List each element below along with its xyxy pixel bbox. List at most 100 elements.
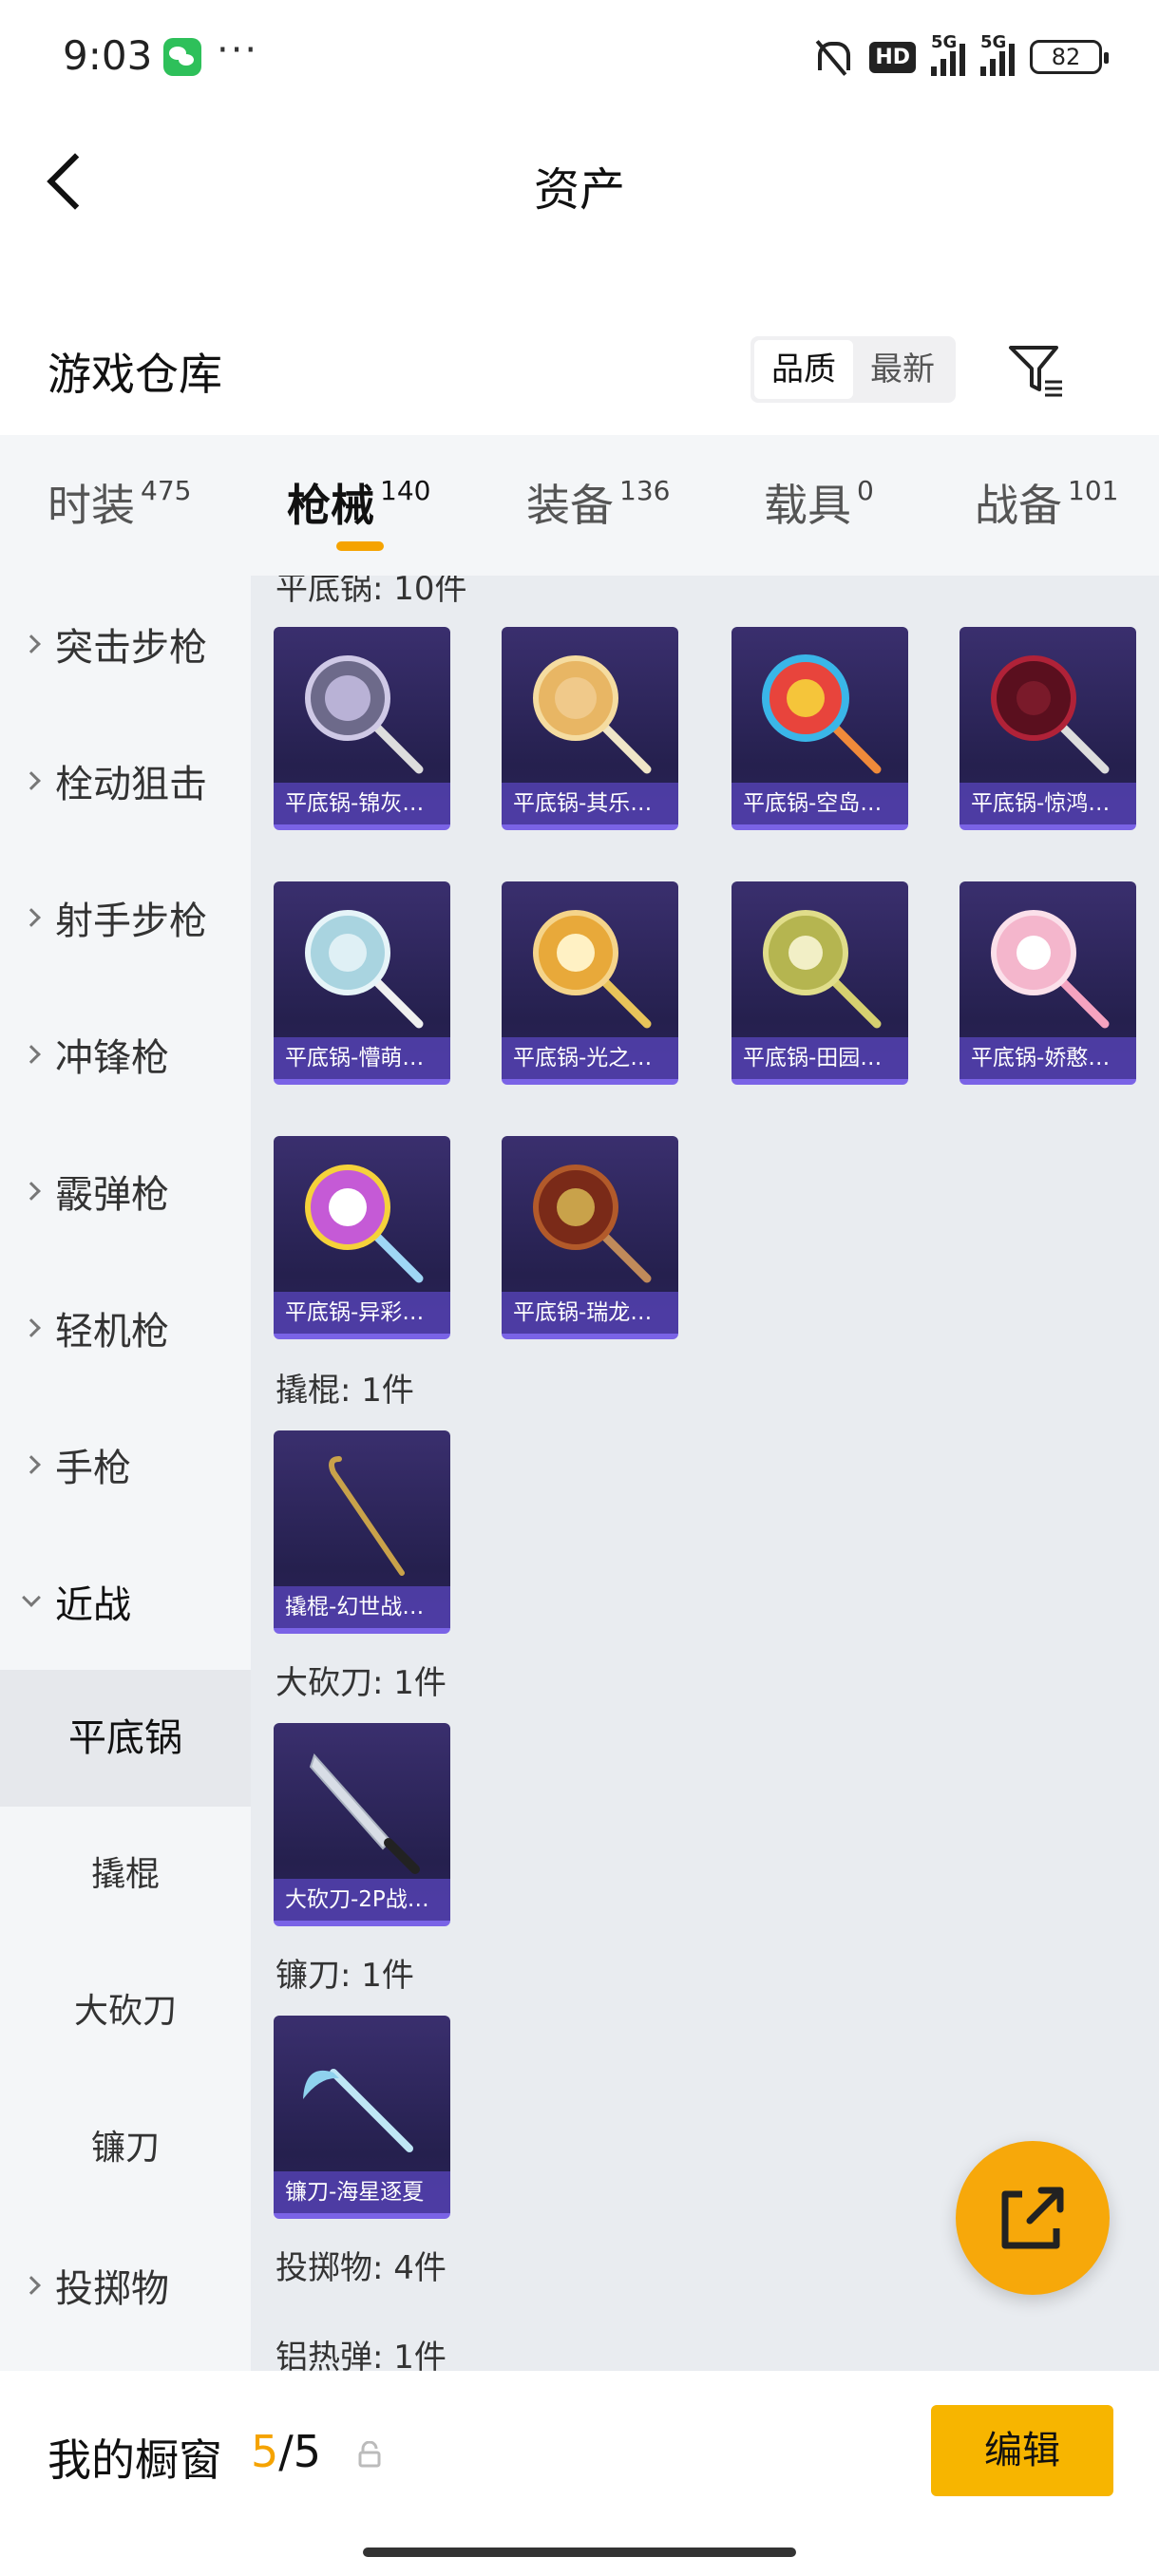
pan-icon [305, 1165, 424, 1283]
sort-toggle: 品质 最新 [750, 336, 956, 403]
item-name: 大砍刀-2P战… [274, 1879, 450, 1921]
sidebar-sub-sickle[interactable]: 镰刀 [0, 2080, 251, 2217]
sidebar-item-pistol[interactable]: 手枪 [0, 1396, 251, 1533]
item-name: 平底锅-田园… [732, 1037, 908, 1079]
tab-guns[interactable]: 枪械 140 [287, 471, 430, 534]
item-card[interactable]: 大砍刀-2P战… [274, 1723, 450, 1926]
sidebar-item-smg[interactable]: 冲锋枪 [0, 986, 251, 1123]
battery-icon: 82 [1030, 40, 1109, 74]
item-name: 平底锅-娇憨… [960, 1037, 1136, 1079]
showcase-label: 我的橱窗 [48, 2434, 222, 2486]
category-tabs: 时装 475 枪械 140 装备 136 载具 0 战备 101 [0, 435, 1159, 576]
more-dots: ··· [217, 28, 259, 72]
item-card[interactable]: 平底锅-瑞龙… [502, 1136, 678, 1339]
item-card[interactable]: 平底锅-田园… [732, 881, 908, 1085]
showcase-bar: 我的橱窗 5/5 编辑 [0, 2371, 1159, 2576]
sickle-icon [303, 2069, 413, 2152]
status-bar: 9:03 ··· HD 5G 5G 82 [0, 0, 1159, 114]
pan-icon [991, 655, 1110, 774]
top-nav: 资产 [0, 114, 1159, 237]
item-card[interactable]: 平底锅-惊鸿… [960, 627, 1136, 830]
tab-equipment[interactable]: 装备 136 [526, 471, 670, 534]
item-card[interactable]: 平底锅-懵萌… [274, 881, 450, 1085]
chevron-down-icon [22, 1588, 41, 1607]
sort-quality-button[interactable]: 品质 [754, 340, 853, 399]
signal-icon: 5G [980, 32, 1015, 76]
section-label-pan: 平底锅: 10件 [276, 576, 467, 608]
signal-label: 5G [980, 32, 1007, 52]
chevron-right-icon [22, 1455, 41, 1474]
sort-newest-button[interactable]: 最新 [853, 340, 952, 399]
item-name: 平底锅-瑞龙… [502, 1292, 678, 1334]
item-name: 平底锅-光之… [502, 1037, 678, 1079]
chevron-right-icon [22, 771, 41, 790]
pan-icon [305, 655, 424, 774]
item-name: 平底锅-惊鸿… [960, 783, 1136, 824]
item-card[interactable]: 平底锅-光之… [502, 881, 678, 1085]
hd-icon: HD [869, 41, 916, 73]
sidebar-item-melee[interactable]: 近战 [0, 1533, 251, 1670]
sidebar-sub-pan[interactable]: 平底锅 [0, 1670, 251, 1807]
pan-icon [763, 910, 882, 1029]
tab-vehicles[interactable]: 载具 0 [764, 471, 874, 534]
pan-icon [991, 910, 1110, 1029]
pan-icon [762, 654, 882, 774]
filter-icon[interactable] [1005, 338, 1068, 401]
sidebar-item-shotgun[interactable]: 霰弹枪 [0, 1123, 251, 1260]
section-label-crowbar: 撬棍: 1件 [276, 1372, 414, 1410]
crowbar-icon [329, 1456, 405, 1576]
item-card[interactable]: 平底锅-异彩… [274, 1136, 450, 1339]
item-name: 平底锅-空岛… [732, 783, 908, 824]
wechat-icon [163, 38, 201, 76]
item-card[interactable]: 镰刀-海星逐夏 [274, 2016, 450, 2219]
sidebar-item-marksman-rifle[interactable]: 射手步枪 [0, 849, 251, 986]
item-name: 平底锅-懵萌… [274, 1037, 450, 1079]
sidebar-sub-machete[interactable]: 大砍刀 [0, 1943, 251, 2080]
signal-label: 5G [931, 32, 958, 52]
chevron-right-icon [22, 1045, 41, 1064]
chevron-right-icon [22, 1318, 41, 1337]
item-name: 镰刀-海星逐夏 [274, 2171, 450, 2213]
item-name: 撬棍-幻世战… [274, 1586, 450, 1628]
sidebar-item-assault-rifle[interactable]: 突击步枪 [0, 576, 251, 712]
chevron-right-icon [22, 908, 41, 927]
sidebar-item-bolt-sniper[interactable]: 栓动狙击 [0, 712, 251, 849]
section-label-sickle: 镰刀: 1件 [276, 1957, 414, 1995]
warehouse-title: 游戏仓库 [48, 349, 222, 400]
chevron-right-icon [22, 1182, 41, 1201]
item-card[interactable]: 平底锅-锦灰… [274, 627, 450, 830]
sidebar-item-throwables[interactable]: 投掷物 [0, 2217, 251, 2354]
pan-icon [533, 655, 652, 774]
item-card[interactable]: 平底锅-娇憨… [960, 881, 1136, 1085]
share-icon [1001, 2187, 1064, 2249]
tab-battle-gear[interactable]: 战备 101 [975, 471, 1118, 534]
sidebar-item-lmg[interactable]: 轻机枪 [0, 1260, 251, 1396]
sidebar: 突击步枪 栓动狙击 射手步枪 冲锋枪 霰弹枪 轻机枪 手枪 近战 平底锅 撬棍 … [0, 576, 251, 2371]
page-title: 资产 [533, 163, 625, 217]
tab-fashion[interactable]: 时装 475 [48, 471, 191, 534]
item-grid-area: 平底锅: 10件 平底锅-锦灰… 平底锅-其乐… 平底锅-空岛… 平底锅-惊鸿…… [251, 576, 1159, 2371]
lock-icon [358, 2441, 381, 2468]
pan-icon [305, 910, 424, 1029]
section-label-throwables: 投掷物: 4件 [276, 2249, 446, 2287]
share-button[interactable] [956, 2141, 1110, 2295]
showcase-count: 5/5 [251, 2426, 322, 2477]
item-card[interactable]: 平底锅-空岛… [732, 627, 908, 830]
mute-icon [810, 38, 854, 76]
pan-icon [533, 1165, 652, 1283]
item-name: 平底锅-异彩… [274, 1292, 450, 1334]
item-name: 平底锅-锦灰… [274, 783, 450, 824]
sidebar-sub-crowbar[interactable]: 撬棍 [0, 1807, 251, 1943]
pan-icon [533, 910, 652, 1029]
item-card[interactable]: 撬棍-幻世战… [274, 1430, 450, 1634]
section-label-machete: 大砍刀: 1件 [276, 1664, 446, 1702]
edit-button[interactable]: 编辑 [931, 2405, 1113, 2496]
clock: 9:03 [63, 32, 153, 79]
item-name: 平底锅-其乐… [502, 783, 678, 824]
section-label-thermite: 铝热弹: 1件 [276, 2339, 446, 2371]
signal-icon: 5G [931, 32, 965, 76]
machete-icon [309, 1753, 420, 1874]
item-card[interactable]: 平底锅-其乐… [502, 627, 678, 830]
chevron-right-icon [22, 635, 41, 653]
tab-active-indicator [336, 541, 384, 551]
